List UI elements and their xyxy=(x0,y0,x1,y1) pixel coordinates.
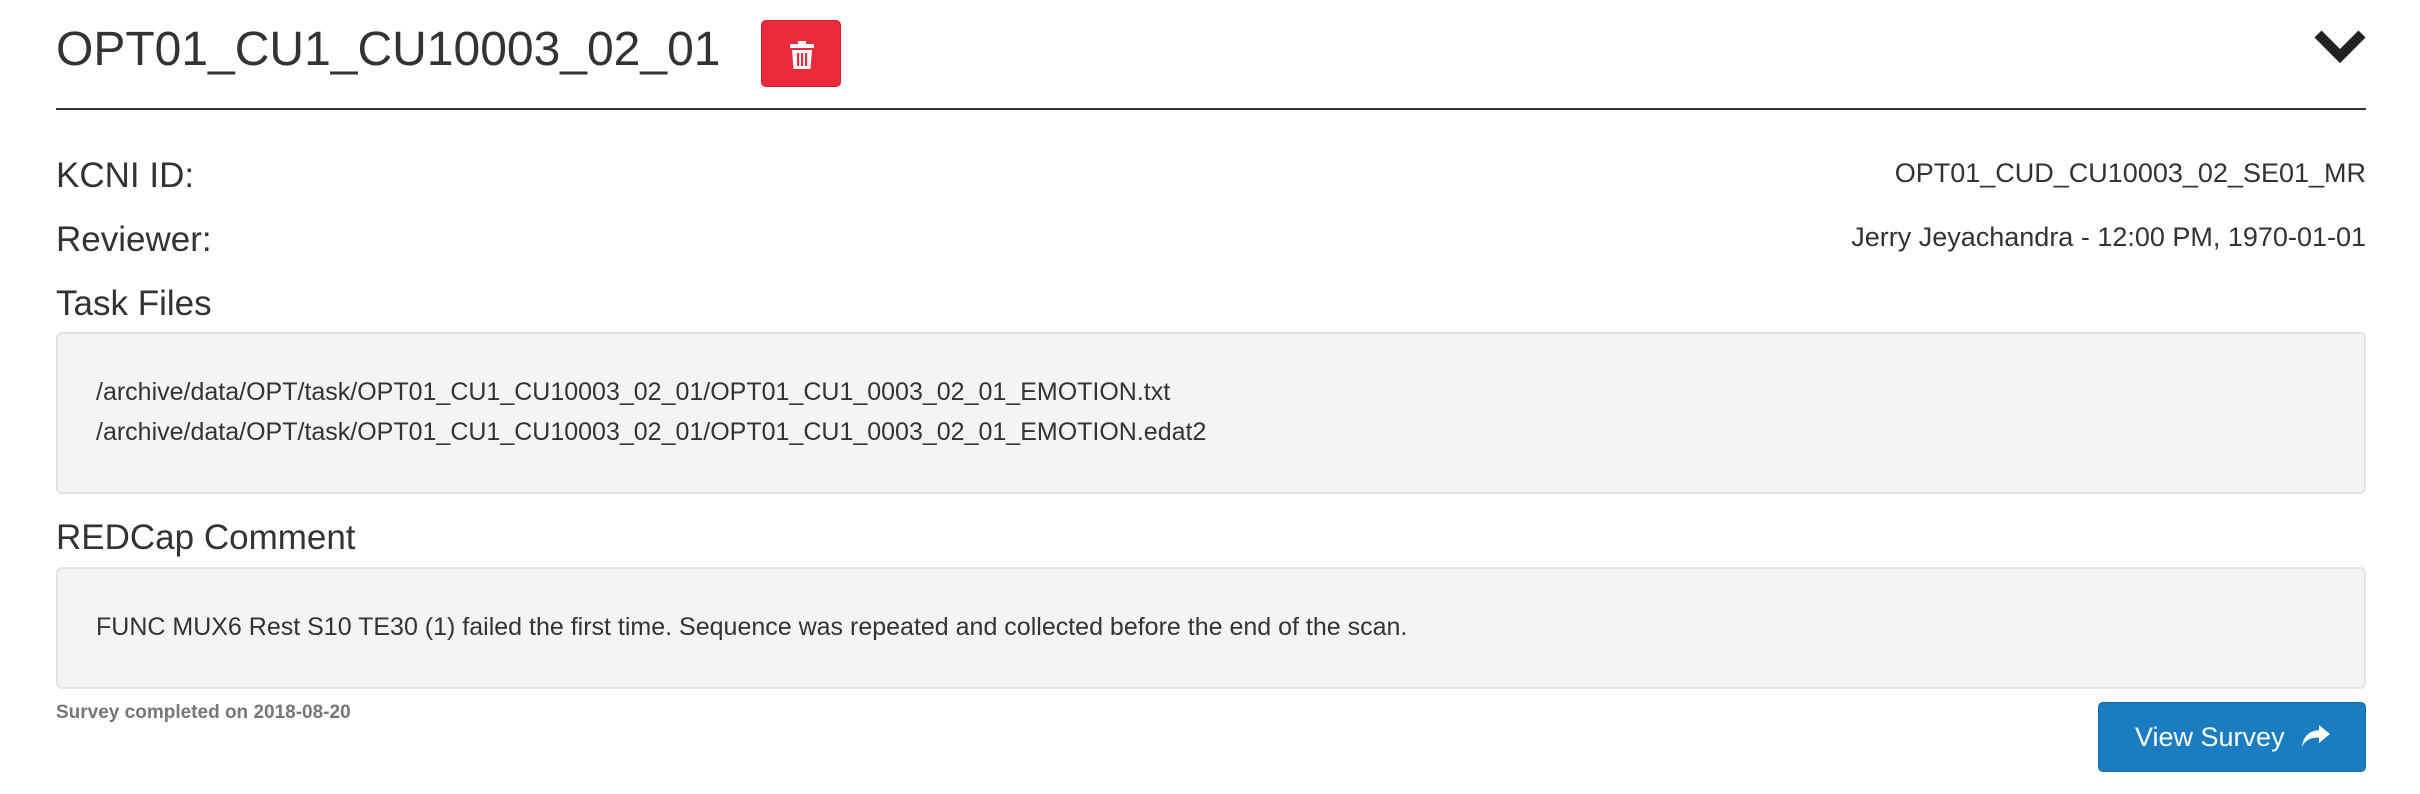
redcap-comment-text: FUNC MUX6 Rest S10 TE30 (1) failed the f… xyxy=(96,613,1408,641)
task-file-path: /archive/data/OPT/task/OPT01_CU1_CU10003… xyxy=(96,418,1207,446)
session-panel: OPT01_CU1_CU10003_02_01 KCNI ID: OPT01_C… xyxy=(0,0,2420,794)
redcap-comment-well: FUNC MUX6 Rest S10 TE30 (1) failed the f… xyxy=(56,567,2366,689)
collapse-toggle[interactable] xyxy=(2314,26,2366,66)
task-files-heading: Task Files xyxy=(56,284,212,323)
chevron-down-icon xyxy=(2314,30,2366,64)
session-title: OPT01_CU1_CU10003_02_01 xyxy=(56,23,721,76)
panel-header: OPT01_CU1_CU10003_02_01 xyxy=(56,20,2366,110)
kcni-id-label: KCNI ID: xyxy=(56,156,195,195)
task-file-path: /archive/data/OPT/task/OPT01_CU1_CU10003… xyxy=(96,378,1171,406)
redcap-comment-heading: REDCap Comment xyxy=(56,518,356,557)
delete-session-button[interactable] xyxy=(761,20,841,87)
reviewer-label: Reviewer: xyxy=(56,220,212,259)
view-survey-label: View Survey xyxy=(2135,722,2285,752)
view-survey-button[interactable]: View Survey xyxy=(2098,702,2366,772)
kcni-id-value: OPT01_CUD_CU10003_02_SE01_MR xyxy=(1894,158,2366,188)
task-files-well: /archive/data/OPT/task/OPT01_CU1_CU10003… xyxy=(56,332,2366,494)
reviewer-value: Jerry Jeyachandra - 12:00 PM, 1970-01-01 xyxy=(1851,222,2366,252)
share-arrow-icon xyxy=(2302,725,2330,747)
trash-icon xyxy=(790,41,814,69)
survey-completed-note: Survey completed on 2018-08-20 xyxy=(56,702,351,723)
